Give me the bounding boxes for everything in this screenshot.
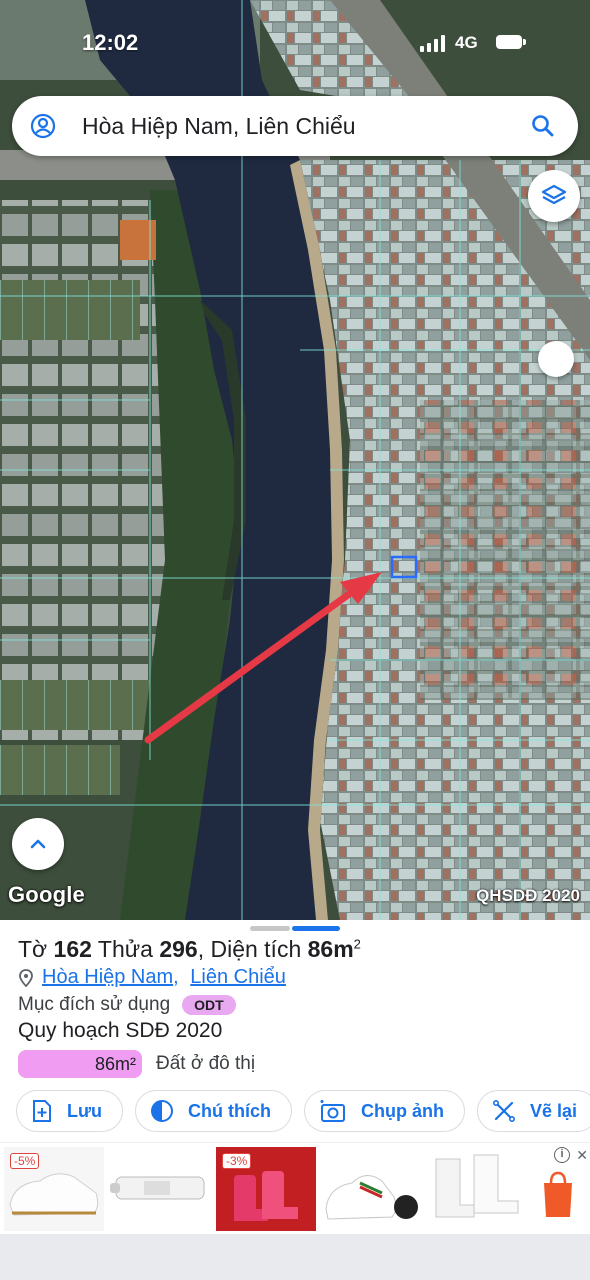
account-icon[interactable] — [30, 113, 56, 139]
district-link[interactable]: Liên Chiểu — [190, 966, 286, 989]
search-query[interactable]: Hòa Hiệp Nam, Liên Chiểu — [82, 113, 530, 140]
capture-button[interactable]: Chụp ảnh — [304, 1090, 466, 1132]
filter-cartridge-image — [110, 1176, 205, 1200]
parcel-info-sheet[interactable]: Tờ 162 Thửa 296, Diện tích 86m2 Hòa Hiệp… — [0, 920, 590, 1142]
layers-icon — [541, 184, 567, 205]
sheet-number: 162 — [53, 936, 92, 962]
signal-icon — [420, 34, 445, 52]
sheet-handle[interactable] — [250, 926, 340, 931]
purpose-code-badge: ODT — [182, 995, 236, 1015]
legend-land-type: Đất ở đô thị — [156, 1053, 256, 1074]
ad-item-sneaker[interactable]: -5% — [4, 1147, 104, 1231]
sheet-label: Tờ — [18, 936, 48, 962]
parcel-address: Hòa Hiệp Nam, Liên Chiểu — [18, 966, 286, 989]
white-boots-image — [435, 1154, 519, 1218]
redraw-button[interactable]: Vẽ lại — [477, 1090, 590, 1132]
legend-label: Chú thích — [188, 1100, 272, 1121]
map-layer-label: QHSDĐ 2020 — [476, 886, 580, 905]
white-shoes-image — [325, 1175, 418, 1220]
legend-area-bar: 86m² — [18, 1050, 142, 1078]
save-label: Lưu — [67, 1100, 103, 1121]
network-type: 4G — [455, 33, 478, 52]
legend-button[interactable]: Chú thích — [135, 1090, 293, 1132]
save-icon — [33, 1100, 51, 1122]
ward-link[interactable]: Hòa Hiệp Nam — [42, 966, 173, 989]
ad-item-boots[interactable]: -3% — [216, 1147, 316, 1231]
camera-icon — [320, 1100, 346, 1122]
search-bar[interactable]: Hòa Hiệp Nam, Liên Chiểu — [12, 96, 578, 156]
legend-icon — [151, 1100, 174, 1122]
purpose-label: Mục đích sử dụng — [18, 994, 171, 1015]
parcel-title: Tờ 162 Thửa 296, Diện tích 86m2 — [18, 936, 361, 963]
land-use-purpose: Mục đích sử dụng ODT — [18, 994, 236, 1016]
expand-up-button[interactable] — [12, 818, 64, 870]
plan-legend-row: 86m² Đất ở đô thị — [18, 1050, 255, 1078]
status-bar: 12:02 4G — [0, 26, 590, 62]
system-nav-bar — [0, 1234, 590, 1280]
layers-button[interactable] — [528, 170, 580, 222]
save-button[interactable]: Lưu — [16, 1090, 124, 1132]
google-attribution: Google — [8, 882, 85, 907]
satellite-map[interactable]: 12:02 4G Hòa Hiệp Nam, Liên Chiểu Google… — [0, 0, 590, 920]
ad-item-shoes[interactable] — [320, 1147, 422, 1231]
parcel-label: Thửa — [97, 936, 153, 962]
redraw-label: Vẽ lại — [530, 1100, 578, 1121]
battery-icon — [496, 35, 526, 49]
chevron-up-icon — [30, 839, 46, 849]
ad-banner[interactable]: -5% -3% i ✕ — [0, 1142, 590, 1234]
ad-item-white-boots[interactable] — [426, 1147, 528, 1231]
plan-title: Quy hoạch SDĐ 2020 — [18, 1019, 223, 1042]
action-chips: Lưu Chú thích Chụp ảnh Vẽ lại — [16, 1090, 590, 1132]
parcel-area: 86m — [307, 936, 354, 962]
compass-button[interactable] — [538, 341, 574, 377]
ad-info-icon[interactable]: i — [554, 1147, 570, 1163]
parcel-number: 296 — [159, 936, 198, 962]
area-label: , Diện tích — [197, 936, 302, 962]
discount-badge: -3% — [222, 1153, 252, 1169]
draw-icon — [493, 1099, 516, 1122]
search-icon[interactable] — [530, 113, 556, 139]
location-pin-icon — [19, 968, 33, 987]
discount-badge: -5% — [10, 1153, 40, 1169]
close-icon[interactable]: ✕ — [576, 1147, 588, 1164]
area-unit-sup: 2 — [353, 936, 361, 952]
capture-label: Chụp ảnh — [361, 1100, 445, 1121]
ad-item-filter[interactable] — [108, 1147, 212, 1231]
status-time: 12:02 — [82, 30, 139, 55]
